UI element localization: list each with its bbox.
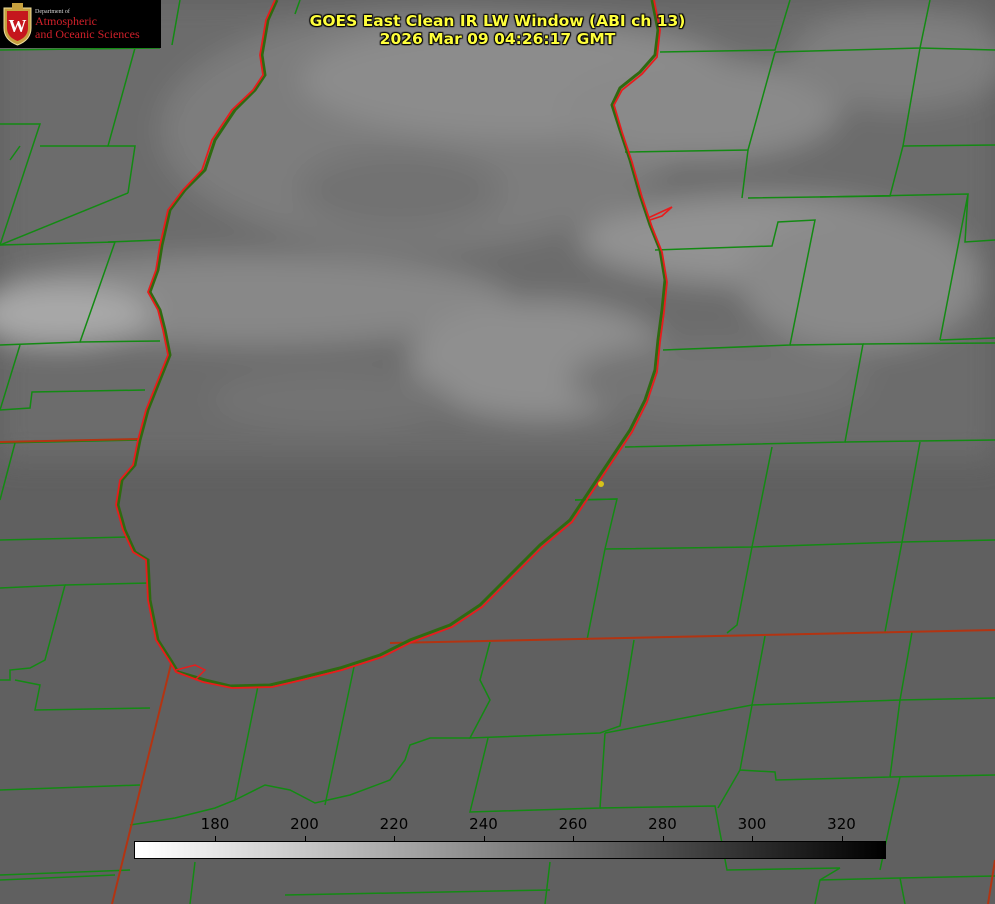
colorbar-tick-label: 260 [558,815,588,833]
location-marker [598,481,604,487]
colorbar-tick-label: 200 [290,815,319,833]
logo-line-2: and Oceanic Sciences [35,27,140,41]
colorbar-tick-label: 300 [737,815,767,833]
colorbar-tick-label: 240 [469,815,498,833]
map-canvas [0,0,995,904]
logo: W Department of Atmospheric and Oceanic … [0,0,161,48]
logo-line-1: Atmospheric [35,14,97,28]
colorbar [134,841,886,859]
colorbar-tick-label: 220 [379,815,409,833]
university-seal-icon: W [3,3,32,46]
colorbar-tick-label: 180 [200,815,230,833]
cloud-field [0,0,995,460]
colorbar-tick-label: 280 [648,815,677,833]
satellite-map: W Department of Atmospheric and Oceanic … [0,0,995,904]
colorbar-tick-label: 320 [827,815,856,833]
svg-text:W: W [9,16,27,36]
